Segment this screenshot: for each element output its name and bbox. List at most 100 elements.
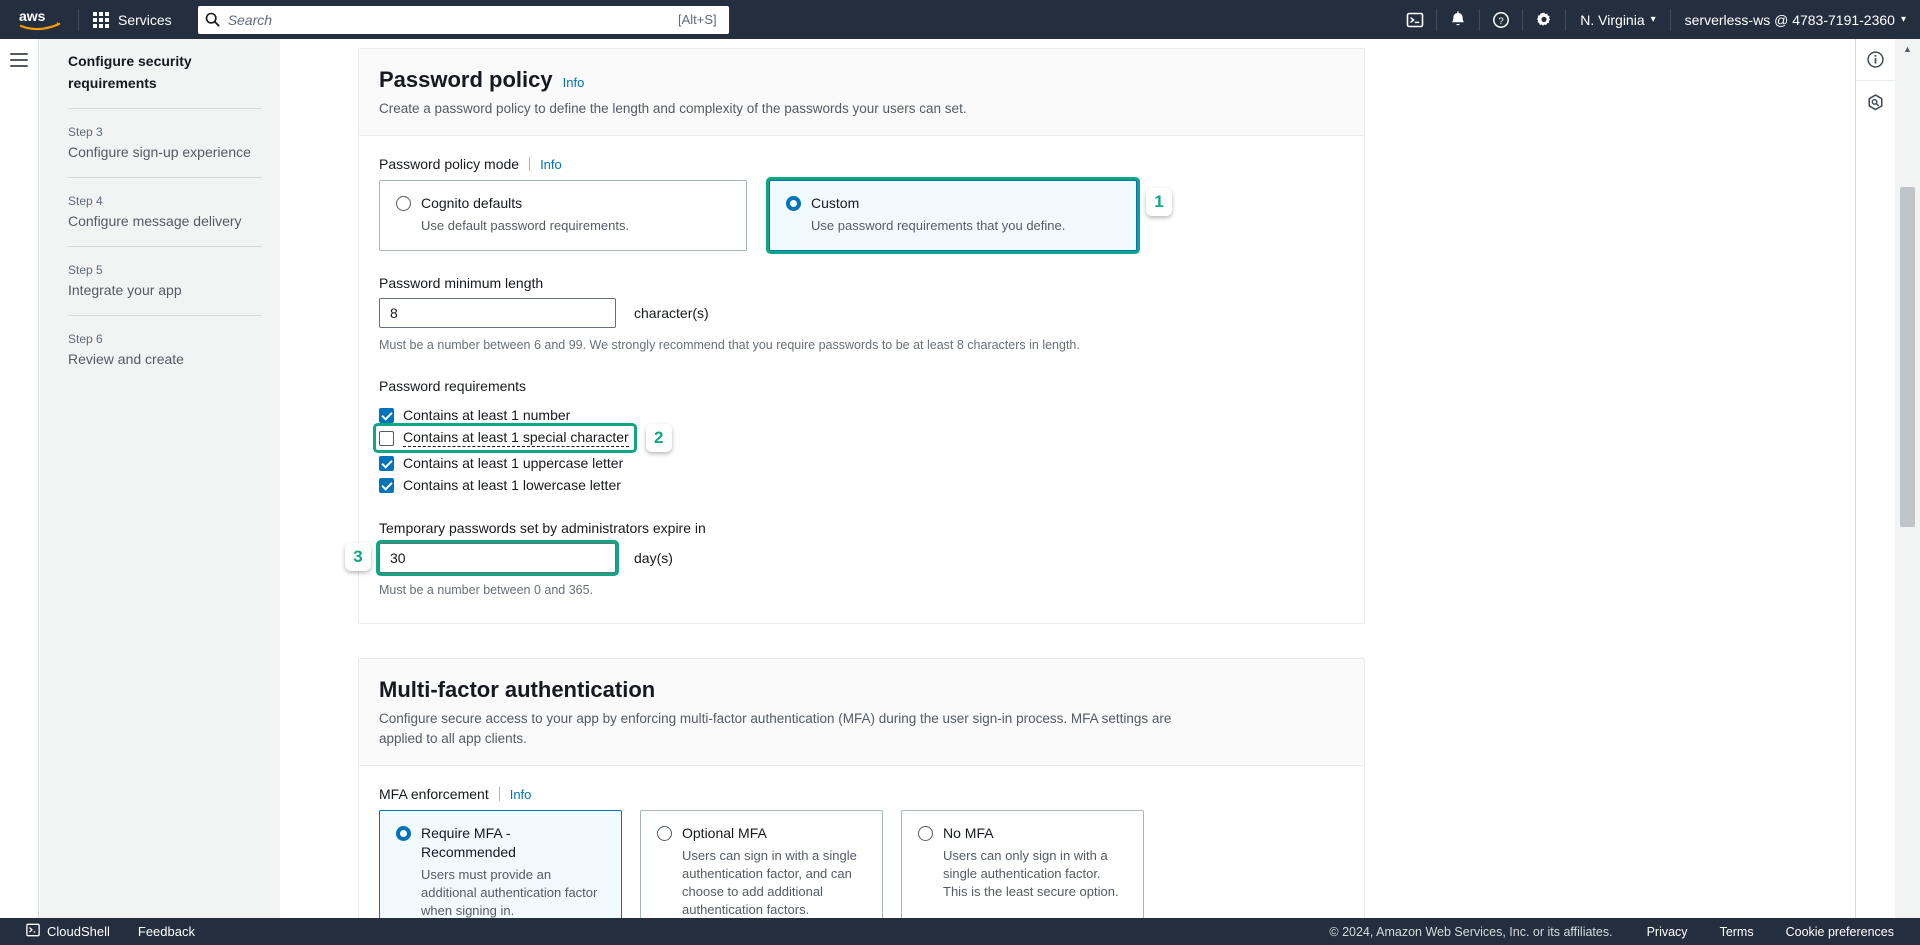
feedback-button[interactable]: Feedback <box>124 918 209 945</box>
radio-icon[interactable] <box>396 826 411 841</box>
svg-text:aws: aws <box>19 9 46 24</box>
privacy-link[interactable]: Privacy <box>1631 925 1704 939</box>
chevron-down-icon: ▾ <box>1650 14 1656 25</box>
tile-subtitle: Users must provide an additional authent… <box>421 867 598 918</box>
step-name: Configure message delivery <box>68 213 242 229</box>
password-requirements-label: Password requirements <box>379 378 527 394</box>
requirement-label: Contains at least 1 number <box>403 407 571 423</box>
region-selector[interactable]: N. Virginia ▾ <box>1566 0 1669 39</box>
services-menu-button[interactable]: Services <box>79 0 186 39</box>
info-circle-icon[interactable] <box>1856 39 1895 81</box>
mfa-title: Multi-factor authentication <box>379 677 656 702</box>
cognito-defaults-tile[interactable]: Cognito defaults Use default password re… <box>379 180 747 251</box>
sidebar-item-step-4[interactable]: Step 4 Configure message delivery <box>68 192 262 232</box>
menu-toggle-icon[interactable] <box>10 53 28 945</box>
tile-header: Cognito defaults <box>396 194 730 213</box>
account-menu[interactable]: serverless-ws @ 4783-7191-2360 ▾ <box>1671 0 1920 39</box>
right-tool-panel <box>1855 39 1895 945</box>
services-label: Services <box>118 11 172 28</box>
tile-subtitle: Users can sign in with a single authenti… <box>682 848 857 917</box>
info-link[interactable]: Info <box>540 157 562 172</box>
requirement-label: Contains at least 1 lowercase letter <box>403 477 621 493</box>
aws-logo[interactable]: aws <box>18 9 64 31</box>
step-name: Review and create <box>68 351 184 367</box>
tile-header: Custom <box>786 194 1120 213</box>
cloudshell-icon <box>26 923 40 940</box>
search-input[interactable] <box>227 11 679 28</box>
password-policy-header: Password policy Info Create a password p… <box>359 49 1364 136</box>
temporary-password-expiry-hint: Must be a number between 0 and 365. <box>379 583 594 597</box>
sidebar-item-step-3[interactable]: Step 3 Configure sign-up experience <box>68 123 262 163</box>
annotation-badge-3: 3 <box>345 543 371 571</box>
tile-header: Require MFA - Recommended <box>396 824 605 862</box>
search-shortcut-hint: [Alt+S] <box>678 12 717 27</box>
checkbox-icon[interactable] <box>379 407 394 423</box>
step-number: Step 6 <box>68 332 103 346</box>
radio-icon[interactable] <box>396 196 411 211</box>
password-minimum-length-input[interactable] <box>379 298 616 328</box>
checkbox-icon[interactable] <box>379 477 394 493</box>
sidebar-item-step-5[interactable]: Step 5 Integrate your app <box>68 261 262 301</box>
password-requirements-list: Contains at least 1 number Contains at l… <box>379 404 1344 496</box>
cookie-preferences-link[interactable]: Cookie preferences <box>1770 925 1910 939</box>
temporary-password-expiry-input[interactable] <box>379 543 616 573</box>
annotation-badge-1: 1 <box>1146 188 1172 216</box>
temporary-password-expiry-label: Temporary passwords set by administrator… <box>379 520 706 536</box>
tile-title: Require MFA - Recommended <box>421 825 516 860</box>
content-column: Password policy Info Create a password p… <box>345 39 1365 945</box>
cloudshell-button[interactable]: CloudShell <box>12 918 124 945</box>
step-number: Step 4 <box>68 194 103 208</box>
custom-password-policy-mode-tile[interactable]: Custom Use password requirements that yo… <box>769 180 1172 251</box>
main-content-area: Password policy Info Create a password p… <box>280 39 1875 945</box>
terms-link[interactable]: Terms <box>1704 925 1770 939</box>
special-character-checkbox[interactable]: Contains at least 1 special character 2 <box>376 424 672 452</box>
step-number: Step 5 <box>68 263 103 277</box>
mfa-header: Multi-factor authentication Configure se… <box>359 659 1364 766</box>
password-policy-title-row: Password policy Info <box>379 67 1344 93</box>
page-scrollbar[interactable]: ▲ ▼ <box>1895 39 1920 945</box>
info-link[interactable]: Info <box>563 75 585 90</box>
tile-subtitle: Use default password requirements. <box>421 218 630 233</box>
cloudshell-label: CloudShell <box>47 924 110 939</box>
checkbox-icon[interactable] <box>379 455 394 471</box>
radio-icon[interactable] <box>918 826 933 841</box>
page-title: Configure security requirements <box>68 53 192 91</box>
global-search-box[interactable]: [Alt+S] <box>197 5 729 34</box>
step-number: Step 3 <box>68 125 103 139</box>
password-minimum-length-row: character(s) <box>379 298 1344 328</box>
gear-icon[interactable] <box>1523 0 1565 39</box>
password-policy-mode-label-row: Password policy mode Info <box>379 156 1344 172</box>
tile-subtitle: Use password requirements that you defin… <box>811 218 1066 233</box>
chevron-down-icon: ▾ <box>1900 14 1906 25</box>
divider <box>68 246 262 247</box>
hexagon-icon[interactable] <box>1856 81 1895 123</box>
sidebar-item-step-6[interactable]: Step 6 Review and create <box>68 330 262 370</box>
info-link[interactable]: Info <box>510 787 532 802</box>
question-circle-icon[interactable]: ? <box>1480 0 1522 39</box>
checkbox-icon[interactable] <box>379 430 394 446</box>
tile-subtitle: Users can only sign in with a single aut… <box>943 848 1119 899</box>
divider <box>68 315 262 316</box>
copyright-text: © 2024, Amazon Web Services, Inc. or its… <box>1329 924 1613 939</box>
mfa-enforcement-label: MFA enforcement <box>379 786 489 802</box>
scrollbar-thumb[interactable] <box>1900 187 1915 527</box>
tile-title: Custom <box>811 195 860 211</box>
requirement-lowercase-row[interactable]: Contains at least 1 lowercase letter <box>379 474 1344 496</box>
divider <box>68 177 262 178</box>
tile-title: Optional MFA <box>682 825 767 841</box>
footer-left-group: CloudShell Feedback <box>0 918 209 945</box>
requirement-uppercase-row[interactable]: Contains at least 1 uppercase letter <box>379 452 1344 474</box>
scroll-up-arrow[interactable]: ▲ <box>1895 39 1920 59</box>
radio-icon[interactable] <box>786 196 801 211</box>
cloudshell-icon[interactable] <box>1394 0 1436 39</box>
password-policy-title: Password policy <box>379 67 553 92</box>
password-minimum-length-label: Password minimum length <box>379 275 544 291</box>
mfa-description: Configure secure access to your app by e… <box>379 711 1172 746</box>
step-name: Integrate your app <box>68 282 182 298</box>
footer-bar: CloudShell Feedback © 2024, Amazon Web S… <box>0 918 1920 945</box>
requirement-number-row[interactable]: Contains at least 1 number <box>379 404 1344 426</box>
password-policy-mode-tiles: Cognito defaults Use default password re… <box>379 180 1344 251</box>
password-policy-card: Password policy Info Create a password p… <box>345 48 1365 624</box>
bell-icon[interactable] <box>1437 0 1479 39</box>
radio-icon[interactable] <box>657 826 672 841</box>
